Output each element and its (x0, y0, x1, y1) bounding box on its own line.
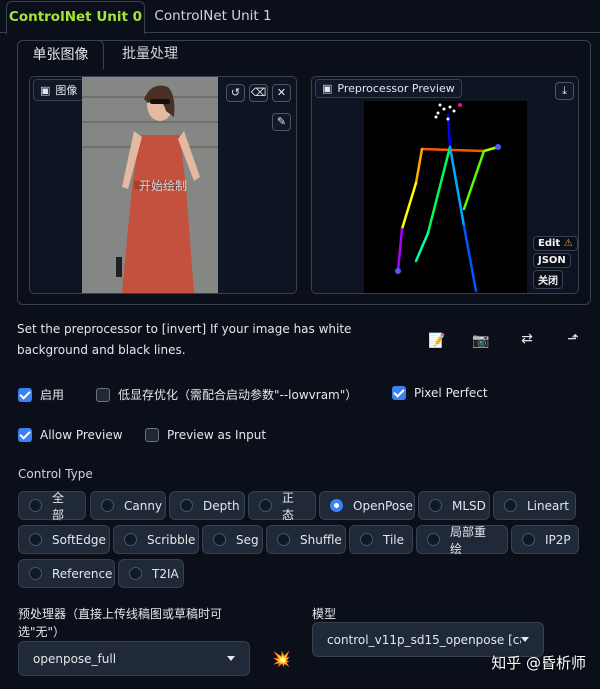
radio-circle[interactable] (29, 533, 42, 546)
checkbox-unchecked[interactable] (96, 387, 110, 402)
radio-circle[interactable] (522, 533, 535, 546)
swap-icon[interactable]: ⇄ (516, 331, 538, 347)
radio-shuffle[interactable]: Shuffle (266, 525, 346, 554)
radio-ip2p[interactable]: IP2P (511, 525, 579, 554)
memo-icon[interactable]: 📝 (426, 333, 448, 349)
close-preview-button[interactable]: 关闭 (533, 270, 563, 289)
checkbox-unchecked[interactable] (145, 428, 159, 442)
checkbox-checked[interactable] (18, 387, 32, 402)
edit-button[interactable]: Edit ⚠ (533, 236, 578, 251)
radio-all[interactable]: 全部 (18, 491, 86, 522)
preprocessor-preview: ▣ Preprocessor Preview ⤓ Edit ⚠ JSON 关闭 (311, 76, 579, 294)
run-preprocessor-icon[interactable]: 💥 (272, 650, 291, 668)
radio-t2ia[interactable]: T2IA (118, 559, 184, 588)
pixel-perfect-checkbox[interactable]: Pixel Perfect (392, 386, 488, 400)
radio-circle[interactable] (360, 533, 373, 546)
download-icon[interactable]: ⤓ (555, 82, 574, 100)
tab-controlnet-unit-0[interactable]: ControlNet Unit 0 (6, 1, 145, 34)
radio-tile[interactable]: Tile (349, 525, 413, 554)
draw-overlay-text: 开始绘制 (139, 179, 188, 193)
close-icon[interactable]: ✕ (272, 84, 291, 102)
radio-normal[interactable]: 正态 (248, 491, 316, 522)
radio-openpose[interactable]: OpenPose (319, 491, 415, 520)
send-dimensions-icon[interactable]: ⬏ (562, 331, 584, 347)
radio-circle[interactable] (277, 533, 290, 546)
brush-icon[interactable]: ✎ (272, 113, 291, 131)
preprocessor-tip: Set the preprocessor to [invert] If your… (17, 322, 352, 357)
radio-scribble[interactable]: Scribble (113, 525, 199, 554)
radio-circle[interactable] (429, 499, 442, 512)
radio-circle-selected[interactable] (330, 499, 343, 512)
model-label: 模型 (312, 607, 337, 621)
radio-circle[interactable] (29, 499, 42, 512)
radio-circle[interactable] (213, 533, 226, 546)
radio-reference[interactable]: Reference (18, 559, 115, 588)
watermark: 知乎 @昏析师 (491, 654, 586, 672)
radio-circle[interactable] (124, 533, 137, 546)
chevron-down-icon (227, 656, 235, 661)
preview-label: ▣ Preprocessor Preview (315, 79, 462, 98)
checkbox-checked[interactable] (392, 386, 406, 400)
radio-circle[interactable] (427, 533, 440, 546)
image-canvas[interactable]: ▣ 图像 开始绘制 ↺ ⌫ ✕ ✎ (29, 76, 297, 294)
lowvram-checkbox[interactable]: 低显存优化（需配合启动参数"--lowvram"） (96, 386, 357, 403)
radio-mlsd[interactable]: MLSD (418, 491, 490, 520)
radio-depth[interactable]: Depth (169, 491, 245, 520)
rotate-icon[interactable]: ↺ (226, 84, 245, 102)
allow-preview-checkbox[interactable]: Allow Preview (18, 428, 123, 442)
radio-canny[interactable]: Canny (90, 491, 166, 520)
radio-circle[interactable] (101, 499, 114, 512)
camera-icon[interactable]: 📷 (470, 333, 492, 349)
image-icon: ▣ (322, 82, 333, 95)
warning-icon: ⚠ (563, 238, 573, 249)
pose-image (364, 101, 527, 293)
radio-circle[interactable] (504, 499, 517, 512)
chevron-down-icon (521, 637, 529, 642)
radio-circle[interactable] (129, 567, 142, 580)
tab-batch[interactable]: 批量处理 (110, 40, 190, 68)
radio-inpaint[interactable]: 局部重绘 (416, 525, 508, 556)
eraser-icon[interactable]: ⌫ (249, 84, 268, 102)
radio-lineart[interactable]: Lineart (493, 491, 576, 520)
image-label: ▣ 图像 (33, 79, 85, 101)
checkbox-checked[interactable] (18, 428, 32, 442)
preview-as-input-checkbox[interactable]: Preview as Input (145, 428, 266, 442)
json-button[interactable]: JSON (533, 253, 571, 268)
preprocessor-select[interactable]: openpose_full (18, 641, 250, 676)
tab-controlnet-unit-1[interactable]: ControlNet Unit 1 (148, 1, 278, 32)
radio-softedge[interactable]: SoftEdge (18, 525, 110, 554)
radio-circle[interactable] (259, 499, 272, 512)
tab-single-image[interactable]: 单张图像 (17, 40, 104, 70)
enable-checkbox[interactable]: 启用 (18, 386, 64, 403)
radio-circle[interactable] (29, 567, 42, 580)
preprocessor-label: 预处理器（直接上传线稿图或草稿时可选"无"） (18, 607, 223, 639)
control-type-label: Control Type (18, 467, 93, 481)
radio-seg[interactable]: Seg (202, 525, 263, 554)
image-icon: ▣ (40, 83, 51, 97)
radio-circle[interactable] (180, 499, 193, 512)
pose-skeleton (395, 103, 501, 293)
